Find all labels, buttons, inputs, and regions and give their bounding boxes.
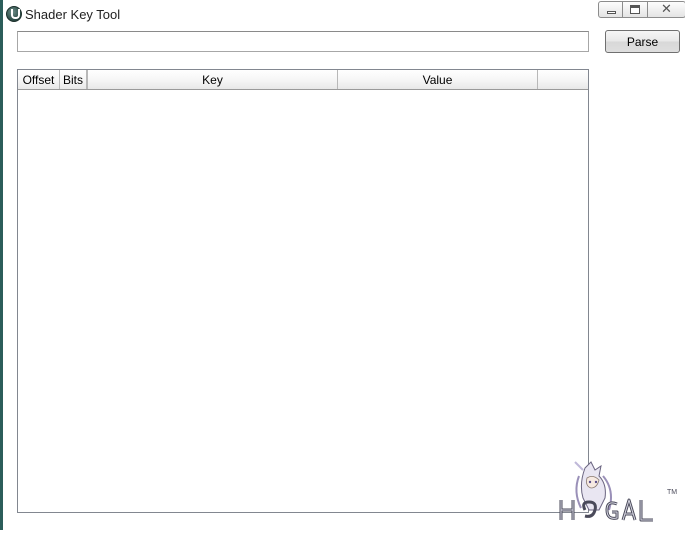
minimize-icon xyxy=(607,11,616,14)
list-header: Offset Bits Key Value xyxy=(18,70,588,90)
mascot-logo-icon: TM xyxy=(559,461,677,522)
trademark-mark: TM xyxy=(667,489,677,496)
main-window: Shader Key Tool ✕ Parse Offset Bits Key … xyxy=(0,0,685,530)
caption-buttons: ✕ xyxy=(598,1,685,19)
title-bar[interactable]: Shader Key Tool ✕ xyxy=(3,0,685,28)
column-header-offset[interactable]: Offset xyxy=(18,70,60,89)
parse-button[interactable]: Parse xyxy=(605,30,680,53)
close-icon: ✕ xyxy=(661,2,672,17)
maximize-button[interactable] xyxy=(623,1,648,18)
column-header-value[interactable]: Value xyxy=(338,70,538,89)
maximize-icon xyxy=(630,5,640,14)
column-header-key[interactable]: Key xyxy=(87,70,338,89)
column-header-bits[interactable]: Bits xyxy=(60,70,87,89)
shader-key-input[interactable] xyxy=(17,31,589,52)
results-list[interactable]: Offset Bits Key Value xyxy=(17,69,589,513)
window-title: Shader Key Tool xyxy=(25,7,121,22)
close-button[interactable]: ✕ xyxy=(648,1,685,18)
watermark-logo: TM xyxy=(555,458,685,528)
app-icon[interactable] xyxy=(6,6,22,22)
column-header-extra[interactable] xyxy=(538,70,588,89)
minimize-button[interactable] xyxy=(598,1,623,18)
